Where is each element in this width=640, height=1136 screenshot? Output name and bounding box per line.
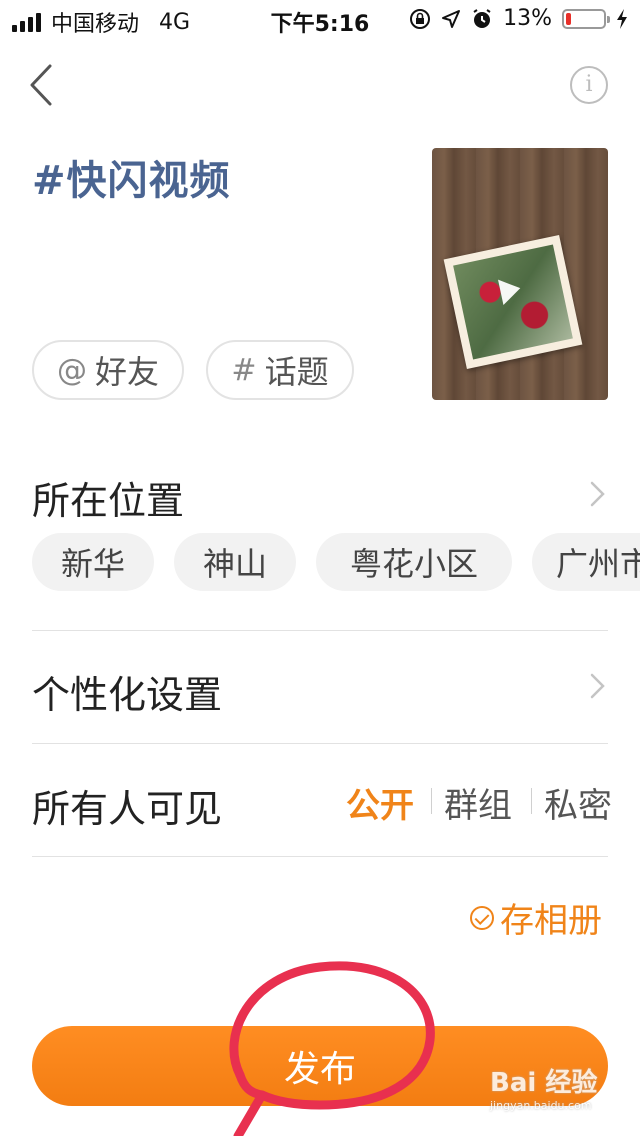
add-topic-label: 话题	[264, 353, 329, 391]
check-circle-icon	[470, 905, 494, 930]
visibility-title: 所有人可见	[32, 787, 223, 831]
location-title[interactable]: 所在位置	[32, 470, 184, 525]
back-arrow-icon[interactable]	[22, 62, 62, 108]
save-album-toggle[interactable]: 存相册	[470, 893, 602, 942]
photo-frame	[443, 234, 583, 370]
location-chip[interactable]: 新华	[32, 533, 154, 591]
watermark-logo: Bai 经验	[490, 1068, 598, 1098]
mention-friends-button[interactable]: @ 好友	[32, 340, 184, 400]
info-icon[interactable]: i	[570, 66, 608, 104]
save-album-label: 存相册	[500, 901, 602, 941]
battery-icon	[562, 8, 610, 29]
baidu-jingyan-watermark: Bai 经验 jingyan.baidu.com	[490, 1062, 620, 1124]
mention-friends-label: 好友	[94, 353, 159, 391]
network-type: 4G	[159, 9, 191, 35]
location-chip[interactable]: 粤花小区	[316, 533, 512, 591]
visibility-group-option[interactable]: 群组	[444, 778, 512, 827]
divider	[32, 856, 608, 857]
add-topic-button[interactable]: # 话题	[206, 340, 354, 400]
location-chip[interactable]: 神山	[174, 533, 296, 591]
location-arrow-icon	[442, 9, 461, 28]
publish-label: 发布	[283, 1049, 356, 1090]
watermark-url: jingyan.baidu.com	[490, 1099, 592, 1112]
visibility-private-option[interactable]: 私密	[544, 778, 612, 827]
at-icon: @	[56, 352, 87, 388]
rotation-lock-icon	[410, 8, 431, 29]
status-bar: 中国移动 4G 下午5:16 13%	[0, 0, 640, 40]
play-icon	[498, 275, 524, 306]
personalize-title[interactable]: 个性化设置	[32, 664, 222, 719]
location-chip[interactable]: 广州市	[532, 533, 640, 591]
topic-text[interactable]: #快闪视频	[32, 148, 231, 206]
personalize-chevron-icon[interactable]	[588, 672, 608, 700]
visibility-separator	[431, 788, 432, 814]
charging-bolt-icon	[617, 8, 627, 29]
visibility-separator	[531, 788, 532, 814]
location-chevron-icon[interactable]	[588, 480, 608, 508]
hash-icon: #	[231, 352, 257, 388]
divider	[32, 743, 608, 744]
signal-strength-icon	[12, 12, 41, 32]
carrier-name: 中国移动	[51, 12, 140, 37]
alarm-icon	[473, 8, 491, 28]
divider	[32, 630, 608, 631]
visibility-public-option[interactable]: 公开	[346, 778, 414, 827]
video-thumbnail[interactable]	[432, 148, 608, 400]
battery-percent: 13%	[503, 6, 552, 31]
